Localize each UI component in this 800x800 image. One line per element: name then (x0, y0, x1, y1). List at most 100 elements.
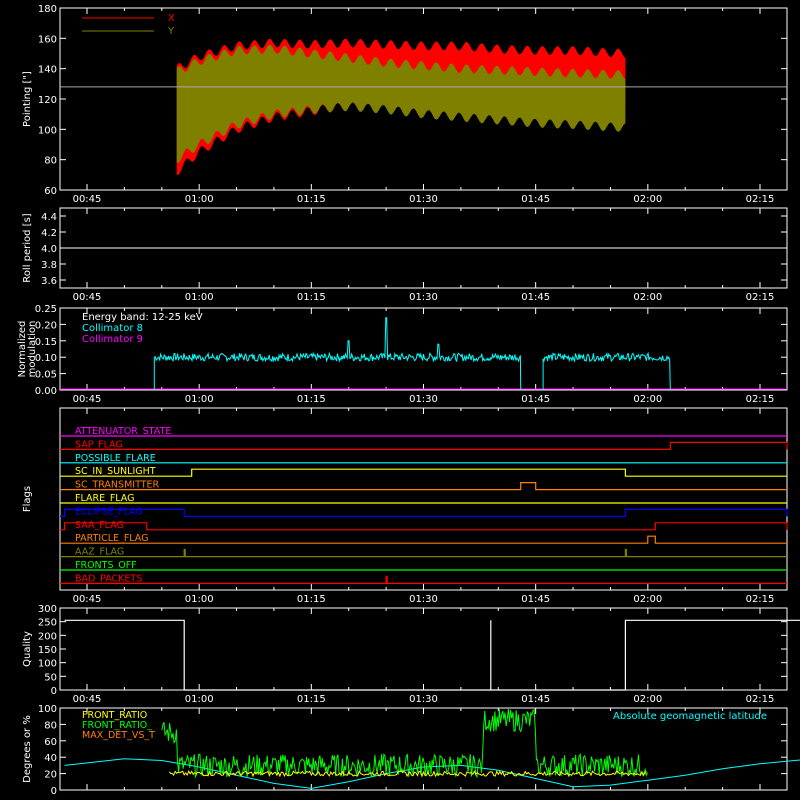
flag-label: ECLIPSE_FLAG (75, 506, 143, 517)
legend-entry: Energy band: 12-25 keV (82, 312, 203, 323)
y-tick-label: 100 (38, 659, 57, 670)
flag-eclipse-flag: ECLIPSE_FLAG (60, 506, 788, 517)
y-tick-label: 120 (38, 95, 57, 106)
pointing-panel: 00:45 01:00 01:15 01:30 01:45 02:00 02:15 60 80 1… (22, 4, 788, 205)
flag-trace (60, 549, 787, 558)
flag-label: BAD_PACKETS (75, 573, 142, 584)
x-tick-label: 01:45 (521, 292, 550, 303)
x-tick-label: 00:45 (73, 394, 102, 405)
x-tick-label: 01:15 (297, 194, 326, 205)
y-tick-label: 3.8 (41, 260, 57, 271)
quality-ylabel: Quality (22, 631, 33, 667)
x-tick-label: 00:45 (73, 594, 102, 605)
y-tick-label: 4.2 (41, 228, 57, 239)
legend-entry: Collimator 8 (82, 323, 143, 334)
latitude-annotation: Absolute geomagnetic latitude (613, 711, 767, 722)
flag-particle-flag: PARTICLE_FLAG (60, 533, 787, 544)
x-tick-label: 01:00 (185, 394, 214, 405)
x-tick-label: 02:15 (746, 594, 775, 605)
quality-line (64, 619, 800, 691)
y-tick-label: 80 (44, 156, 57, 167)
flag-trace (60, 441, 788, 450)
flag-trace (60, 482, 787, 491)
x-tick-label: 01:45 (521, 394, 550, 405)
modulation-panel: 00:45 01:00 01:15 01:30 01:45 02:00 02:15 0.00 0… (17, 304, 788, 405)
x-tick-label: 01:15 (297, 594, 326, 605)
x-tick-label: 01:45 (521, 194, 550, 205)
x-tick-label: 01:45 (521, 594, 550, 605)
legend-entry: Y (167, 26, 175, 37)
flag-label: SAP_FLAG (75, 439, 123, 450)
flag-label: SC_TRANSMITTER (75, 480, 160, 491)
legend-entry: Collimator 9 (82, 334, 143, 345)
x-tick-label: 01:45 (521, 694, 550, 705)
y-tick-label: 100 (38, 125, 57, 136)
y-tick-label: 200 (38, 631, 57, 642)
x-tick-label: 02:00 (633, 394, 662, 405)
flag-sc-transmitter: SC_TRANSMITTER (60, 480, 787, 491)
latitude-ylabel: Degrees or % (22, 715, 33, 783)
flag-sc-in-sunlight: SC_IN_SUNLIGHT (60, 466, 787, 477)
x-tick-label: 01:00 (185, 594, 214, 605)
y-tick-label: 60 (44, 186, 57, 197)
x-tick-label: 01:15 (297, 694, 326, 705)
y-tick-label: 4.4 (41, 212, 57, 223)
y-tick-label: 4.0 (41, 244, 57, 255)
dashboard: 00:45 01:00 01:15 01:30 01:45 02:00 02:15 60 80 1… (17, 4, 800, 797)
flag-sap-flag: SAP_FLAG (60, 439, 788, 450)
flag-label: FRONTS_OFF (75, 560, 137, 571)
x-tick-label: 01:30 (409, 292, 438, 303)
legend-entry: MAX_DET_VS_T (82, 730, 155, 741)
flag-flare-flag: FLARE_FLAG (60, 493, 787, 504)
flag-label: POSSIBLE_FLARE (75, 453, 156, 464)
y-tick-label: 40 (44, 753, 57, 764)
x-tick-label: 01:00 (185, 194, 214, 205)
y-tick-label: 0 (51, 686, 57, 697)
roll-panel: 00:45 01:00 01:15 01:30 01:45 02:00 02:15 3.6 3.… (22, 207, 788, 303)
y-tick-label: 50 (44, 672, 57, 683)
x-tick-label: 01:00 (185, 292, 214, 303)
x-tick-label: 02:00 (633, 292, 662, 303)
y-tick-label: 3.6 (41, 276, 57, 287)
x-tick-label: 01:30 (409, 594, 438, 605)
y-tick-label: 0.15 (35, 337, 57, 348)
y-tick-label: 0 (51, 786, 57, 797)
flag-aaz-flag: AAZ_FLAG (60, 547, 787, 558)
x-tick-label: 02:15 (746, 292, 775, 303)
y-tick-label: 140 (38, 65, 57, 76)
x-tick-label: 02:15 (746, 194, 775, 205)
x-tick-label: 01:15 (297, 394, 326, 405)
y-tick-label: 160 (38, 34, 57, 45)
collimator-8-segment (542, 351, 671, 391)
y-tick-label: 100 (38, 704, 57, 715)
latitude-panel: 020406080100Degrees or % FRONT_RATIOFRONT… (22, 704, 800, 797)
flags-panel: 00:45 01:00 01:15 01:30 01:45 02:00 02:15 Flags… (22, 407, 788, 605)
y-tick-label: 0.10 (35, 353, 57, 364)
x-tick-label: 01:00 (185, 694, 214, 705)
front-ratio-green-line (161, 708, 648, 779)
y-tick-label: 0.25 (35, 304, 57, 315)
y-tick-label: 60 (44, 737, 57, 748)
x-tick-label: 01:30 (409, 194, 438, 205)
x-tick-label: 02:15 (746, 394, 775, 405)
flag-label: SAA_FLAG (75, 520, 124, 531)
collimator-8-segment (153, 317, 522, 391)
legend-entry: X (168, 13, 175, 24)
x-tick-label: 01:15 (297, 292, 326, 303)
y-tick-label: 80 (44, 720, 57, 731)
pointing-ylabel: Pointing ["] (22, 71, 33, 127)
flag-trace (60, 508, 788, 517)
x-tick-label: 02:00 (633, 594, 662, 605)
flag-label: AAZ_FLAG (75, 547, 124, 558)
flags-ylabel: Flags (22, 486, 33, 512)
flag-attenuator-state: ATTENUATOR_STATE (60, 426, 787, 437)
flag-label: SC_IN_SUNLIGHT (75, 466, 156, 477)
y-tick-label: 0.05 (35, 370, 57, 381)
flag-label: PARTICLE_FLAG (75, 533, 148, 544)
y-tick-label: 20 (44, 770, 57, 781)
y-tick-label: 300 (38, 604, 57, 615)
x-tick-label: 02:00 (633, 694, 662, 705)
flag-trace (60, 468, 787, 477)
modulation-ylabel: modulation (27, 321, 38, 378)
flag-bad-packets: BAD_PACKETS (60, 573, 787, 584)
